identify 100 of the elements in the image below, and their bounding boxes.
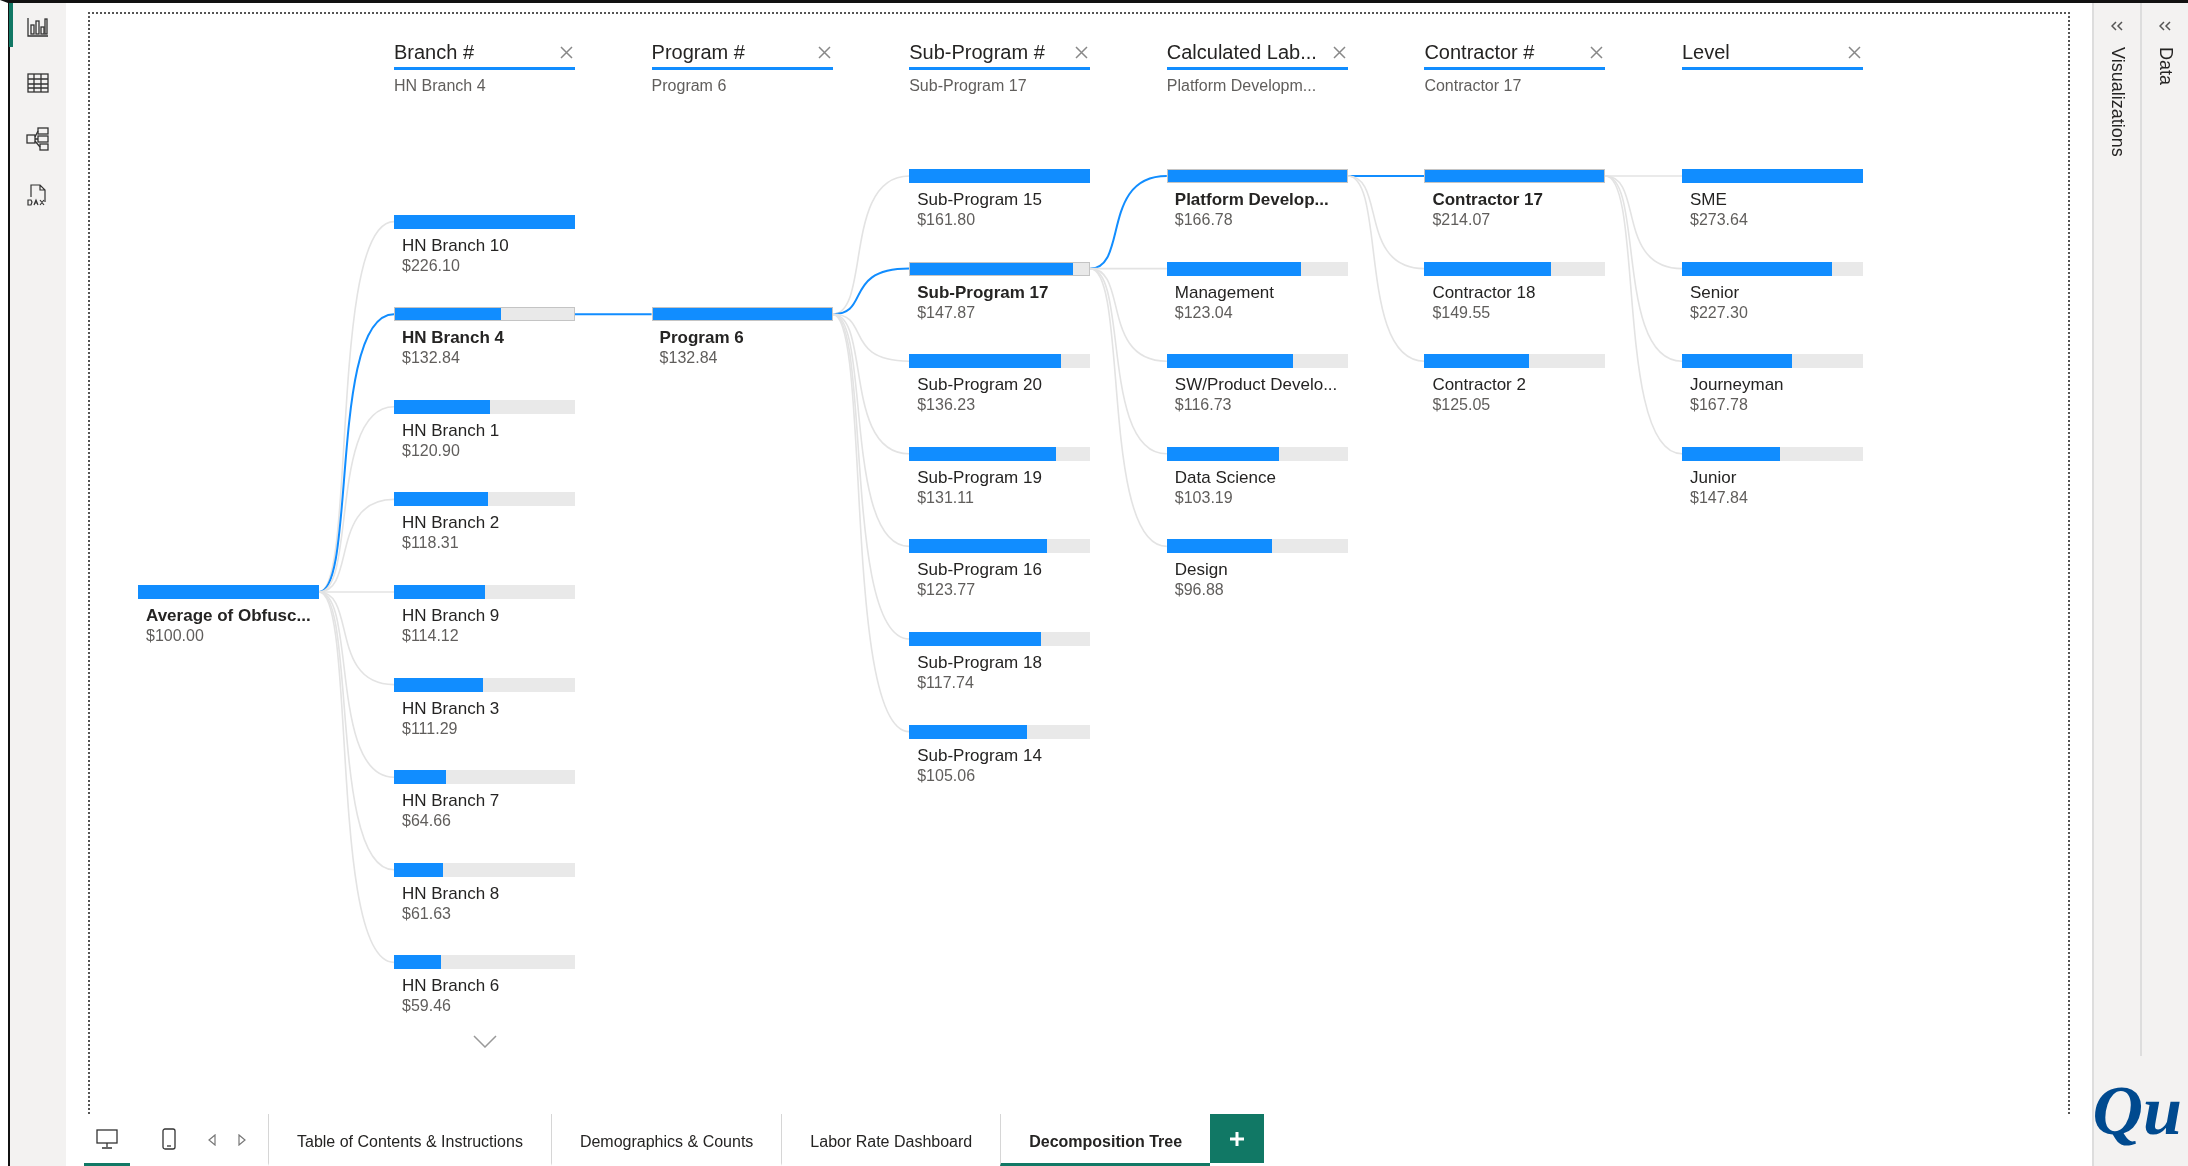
double-chevron-left-icon[interactable] [2159, 21, 2171, 31]
phone-icon [162, 1127, 176, 1150]
add-page-button[interactable] [1210, 1114, 1265, 1163]
column-header[interactable]: Contractor # [1424, 40, 1606, 70]
node-label[interactable]: HN Branch 2 [402, 512, 500, 534]
node-value: $273.64 [1690, 210, 1748, 230]
node-label[interactable]: Program 6 [659, 327, 744, 349]
filter-value: Program 6 [651, 77, 727, 95]
bar-track[interactable] [1424, 354, 1606, 369]
bar-track[interactable] [394, 492, 575, 507]
node-label[interactable]: Sub-Program 15 [917, 189, 1042, 210]
node-label[interactable]: HN Branch 8 [402, 882, 500, 904]
bar-track[interactable] [394, 585, 575, 599]
bar-track[interactable] [1166, 261, 1348, 276]
filter-value: Platform Developm... [1166, 77, 1317, 95]
bar-track[interactable] [394, 955, 575, 970]
bar-track[interactable] [394, 399, 575, 414]
close-icon[interactable] [817, 45, 831, 59]
node-value: $59.46 [402, 996, 451, 1017]
node-value: $103.19 [1174, 487, 1233, 508]
bar-track[interactable] [394, 677, 575, 692]
node-label[interactable]: Sub-Program 17 [917, 281, 1049, 303]
bar-track[interactable] [394, 770, 575, 785]
node-value: $111.29 [402, 718, 458, 739]
pane-title: Visualizations [2106, 47, 2128, 157]
node-label[interactable]: Data Science [1174, 466, 1276, 488]
bar-track[interactable] [1166, 539, 1348, 554]
chevron-down-icon[interactable] [472, 1035, 497, 1049]
node-label[interactable]: Contractor 17 [1432, 189, 1543, 210]
node-label[interactable]: Management [1174, 281, 1275, 303]
node-value: $132.84 [402, 348, 460, 369]
filter-value: Contractor 17 [1424, 77, 1522, 95]
node-label[interactable]: Junior [1690, 466, 1737, 488]
node-label[interactable]: SME [1690, 189, 1727, 210]
node-label[interactable]: Sub-Program 16 [917, 559, 1042, 581]
node-label[interactable]: Design [1174, 559, 1228, 581]
node-value: $147.87 [917, 302, 976, 323]
node-value: $147.84 [1690, 487, 1748, 508]
node-value: $116.73 [1174, 395, 1232, 416]
active-indicator [9, 3, 13, 47]
node-label[interactable]: Contractor 2 [1432, 374, 1526, 396]
next-page-icon[interactable] [238, 1134, 246, 1146]
model-icon[interactable] [26, 127, 50, 151]
bar-track[interactable] [394, 862, 575, 877]
node-label[interactable]: Sub-Program 18 [917, 652, 1042, 673]
filter-value: HN Branch 4 [394, 77, 486, 95]
double-chevron-left-icon[interactable] [2111, 21, 2123, 31]
column-header[interactable]: Sub-Program # [909, 40, 1091, 70]
node-value: $96.88 [1174, 580, 1224, 601]
monitor-icon [96, 1128, 118, 1149]
node-label[interactable]: HN Branch 4 [402, 327, 505, 349]
node-label[interactable]: HN Branch 7 [402, 790, 500, 812]
close-icon[interactable] [1075, 45, 1089, 59]
node-label[interactable]: Journeyman [1690, 374, 1784, 396]
close-icon[interactable] [560, 45, 573, 59]
bar-track[interactable] [1682, 354, 1863, 369]
node-label[interactable]: HN Branch 3 [402, 697, 500, 719]
node-value: $132.84 [659, 348, 718, 369]
bar-track[interactable] [909, 261, 1091, 276]
close-icon[interactable] [1590, 45, 1604, 59]
node-value: $117.74 [917, 673, 974, 693]
bar-track[interactable] [909, 446, 1091, 461]
bar-track[interactable] [1166, 354, 1348, 369]
node-label[interactable]: HN Branch 1 [402, 419, 500, 441]
node-label[interactable]: HN Branch 9 [402, 605, 500, 626]
table-icon[interactable] [27, 73, 49, 93]
column-header[interactable]: Branch # [394, 40, 575, 70]
node-label[interactable]: Sub-Program 20 [917, 374, 1042, 396]
page-tab[interactable]: Decomposition Tree [1000, 1114, 1211, 1166]
bar-track[interactable] [1682, 446, 1863, 461]
node-value: $64.66 [402, 811, 451, 832]
bar-track[interactable] [1682, 261, 1863, 276]
column-header[interactable]: Calculated Lab... [1166, 40, 1348, 70]
column-header[interactable]: Level [1682, 40, 1863, 70]
node-label[interactable]: Sub-Program 19 [917, 466, 1042, 488]
bar-track[interactable] [909, 632, 1091, 646]
node-value: $114.12 [402, 626, 459, 646]
bar-track[interactable] [394, 307, 575, 322]
node-label[interactable]: Platform Develop... [1174, 189, 1329, 210]
node-value: $136.23 [917, 395, 976, 416]
node-label[interactable]: Senior [1690, 281, 1740, 303]
bar-track[interactable] [909, 724, 1091, 739]
close-icon[interactable] [1848, 45, 1861, 59]
bar-track[interactable] [909, 539, 1091, 554]
node-value: $214.07 [1432, 210, 1491, 230]
node-label[interactable]: HN Branch 6 [402, 975, 500, 997]
node-value: $105.06 [917, 765, 976, 786]
previous-page-icon[interactable] [208, 1134, 216, 1146]
node-value: $118.31 [402, 533, 459, 554]
bar-track[interactable] [1424, 261, 1606, 276]
node-label[interactable]: Sub-Program 14 [917, 744, 1042, 766]
bar-track[interactable] [909, 354, 1091, 369]
bar-chart-icon[interactable] [27, 17, 49, 37]
close-icon[interactable] [1332, 45, 1346, 59]
node-label[interactable]: Contractor 18 [1432, 281, 1536, 303]
plus-icon [1229, 1130, 1246, 1147]
bar-track[interactable] [1166, 446, 1348, 461]
node-label[interactable]: SW/Product Develo... [1174, 374, 1338, 396]
column-header[interactable]: Program # [651, 40, 833, 70]
node-label[interactable]: HN Branch 10 [402, 234, 509, 256]
